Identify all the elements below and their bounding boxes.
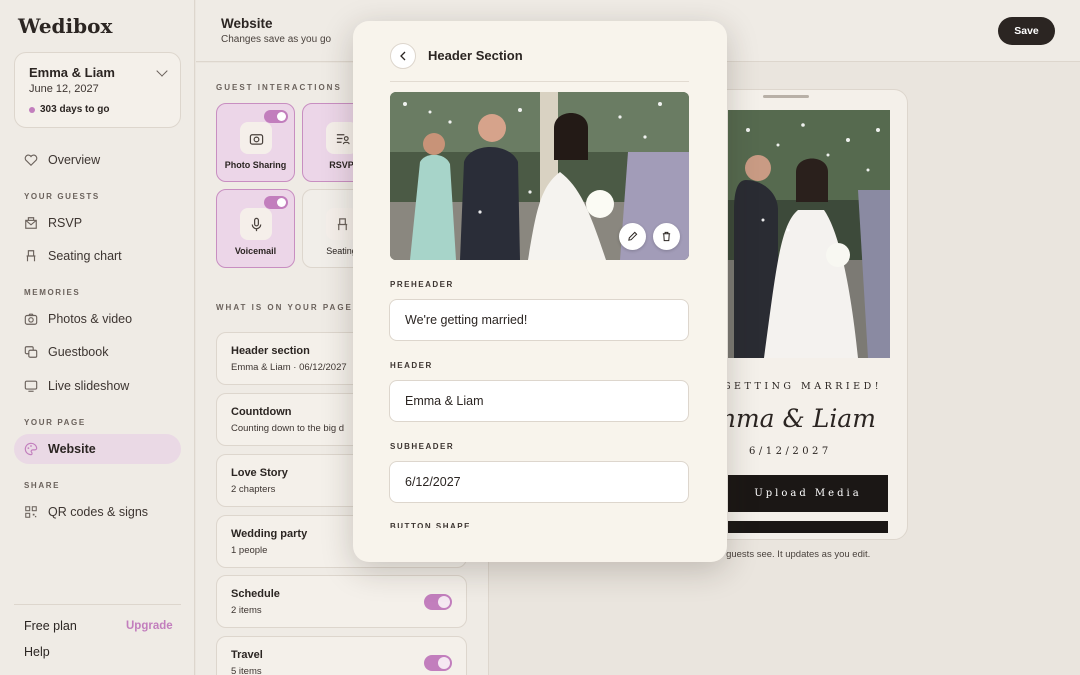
card-subtitle: Counting down to the big d bbox=[231, 423, 345, 434]
feature-toggle[interactable] bbox=[264, 110, 288, 123]
preview-preheader: E GETTING MARRIED! bbox=[706, 381, 881, 392]
card-title: Schedule bbox=[231, 588, 280, 600]
website-preview: E GETTING MARRIED! Emma & Liam 6/12/2027… bbox=[705, 89, 908, 540]
sidebar-section-share: SHARE bbox=[24, 481, 61, 490]
card-subtitle: 2 chapters bbox=[231, 484, 276, 495]
sidebar-section-memories: MEMORIES bbox=[24, 288, 81, 297]
sidebar-item-photos-video[interactable]: Photos & video bbox=[14, 304, 181, 334]
preview-secondary-button[interactable] bbox=[728, 521, 888, 533]
rsvp-icon bbox=[24, 216, 38, 230]
camera-icon bbox=[240, 122, 272, 154]
card-title: Love Story bbox=[231, 467, 288, 479]
sidebar-item-label: Live slideshow bbox=[48, 379, 130, 393]
travel-toggle[interactable] bbox=[424, 655, 452, 671]
modal-divider bbox=[390, 81, 689, 82]
preview-hero-photo bbox=[728, 110, 890, 358]
brand-logo[interactable]: Wedibox bbox=[18, 14, 112, 38]
save-button[interactable]: Save bbox=[998, 17, 1055, 45]
upgrade-link[interactable]: Upgrade bbox=[126, 620, 173, 632]
sidebar-item-label: Guestbook bbox=[48, 345, 109, 359]
upload-media-button[interactable]: Upload Media bbox=[728, 475, 888, 512]
feature-label: Voicemail bbox=[234, 246, 277, 256]
page-card-schedule[interactable]: Schedule 2 items bbox=[216, 575, 467, 628]
guest-interactions-heading: GUEST INTERACTIONS bbox=[216, 83, 342, 92]
qr-icon bbox=[24, 505, 38, 519]
preheader-label: PREHEADER bbox=[390, 280, 454, 289]
card-subtitle: 2 items bbox=[231, 605, 262, 616]
sidebar-item-label: Overview bbox=[48, 153, 101, 167]
sidebar-item-seating-chart[interactable]: Seating chart bbox=[14, 241, 181, 271]
guestbook-icon bbox=[24, 345, 38, 359]
sidebar-item-label: Seating chart bbox=[48, 249, 122, 263]
sidebar-item-label: RSVP bbox=[48, 216, 83, 230]
header-section-modal: Header Section PREHEADER We're getting m… bbox=[353, 21, 727, 562]
countdown-dot-icon bbox=[29, 107, 35, 113]
sidebar-divider bbox=[14, 604, 181, 605]
subheader-input[interactable] bbox=[389, 461, 689, 503]
modal-title: Header Section bbox=[428, 48, 523, 63]
header-label: HEADER bbox=[390, 361, 433, 370]
feature-toggle[interactable] bbox=[264, 196, 288, 209]
wedding-date: June 12, 2027 bbox=[29, 83, 99, 95]
page-contents-heading: WHAT IS ON YOUR PAGE bbox=[216, 303, 353, 312]
card-title: Wedding party bbox=[231, 528, 308, 540]
days-to-go: 303 days to go bbox=[40, 104, 110, 115]
sidebar-item-qr-codes[interactable]: QR codes & signs bbox=[14, 497, 181, 527]
couple-switcher[interactable]: Emma & Liam June 12, 2027 303 days to go bbox=[14, 52, 181, 128]
edit-photo-button[interactable] bbox=[619, 223, 646, 250]
card-title: Header section bbox=[231, 345, 310, 357]
card-subtitle: 5 items bbox=[231, 666, 262, 675]
slideshow-icon bbox=[24, 379, 38, 393]
button-shape-label: BUTTON SHAPE bbox=[390, 522, 471, 528]
page-title: Website bbox=[221, 16, 273, 31]
sidebar-item-guestbook[interactable]: Guestbook bbox=[14, 337, 181, 367]
sidebar-item-label: QR codes & signs bbox=[48, 505, 149, 519]
card-title: Travel bbox=[231, 649, 263, 661]
feature-label: Photo Sharing bbox=[224, 160, 287, 170]
sidebar-item-website[interactable]: Website bbox=[14, 434, 181, 464]
preview-note: ur guests see. It updates as you edit. bbox=[715, 549, 871, 560]
subheader-label: SUBHEADER bbox=[390, 442, 455, 451]
sidebar-section-page: YOUR PAGE bbox=[24, 418, 86, 427]
sidebar-item-live-slideshow[interactable]: Live slideshow bbox=[14, 371, 181, 401]
autosave-note: Changes save as you go bbox=[221, 34, 332, 45]
heart-icon bbox=[24, 153, 38, 167]
feature-voicemail[interactable]: Voicemail bbox=[216, 189, 295, 268]
microphone-icon bbox=[240, 208, 272, 240]
chevron-left-icon bbox=[400, 51, 406, 61]
preview-subheader: 6/12/2027 bbox=[749, 446, 832, 457]
card-title: Countdown bbox=[231, 406, 292, 418]
sidebar-item-label: Website bbox=[48, 442, 96, 456]
palette-icon bbox=[24, 442, 38, 456]
schedule-toggle[interactable] bbox=[424, 594, 452, 610]
seating-icon bbox=[24, 249, 38, 263]
page-card-travel[interactable]: Travel 5 items bbox=[216, 636, 467, 675]
feature-photo-sharing[interactable]: Photo Sharing bbox=[216, 103, 295, 182]
sidebar-section-guests: YOUR GUESTS bbox=[24, 192, 100, 201]
phone-notch bbox=[763, 95, 809, 98]
sidebar-item-overview[interactable]: Overview bbox=[14, 145, 181, 175]
delete-photo-button[interactable] bbox=[653, 223, 680, 250]
pencil-icon bbox=[628, 231, 638, 241]
preheader-input[interactable] bbox=[389, 299, 689, 341]
sidebar-item-label: Photos & video bbox=[48, 312, 133, 326]
back-button[interactable] bbox=[390, 43, 416, 69]
card-subtitle: 1 people bbox=[231, 545, 268, 556]
preview-header: Emma & Liam bbox=[705, 404, 876, 433]
card-subtitle: Emma & Liam · 06/12/2027 bbox=[231, 362, 347, 373]
couple-name: Emma & Liam bbox=[29, 65, 115, 80]
help-link[interactable]: Help bbox=[24, 645, 50, 659]
plan-label: Free plan bbox=[24, 619, 77, 633]
sidebar-item-rsvp[interactable]: RSVP bbox=[14, 208, 181, 238]
sidebar: Wedibox Emma & Liam June 12, 2027 303 da… bbox=[0, 0, 195, 675]
header-photo[interactable] bbox=[390, 92, 689, 260]
chevron-down-icon bbox=[156, 65, 168, 77]
camera-icon bbox=[24, 312, 38, 326]
trash-icon bbox=[662, 231, 671, 242]
header-input[interactable] bbox=[389, 380, 689, 422]
